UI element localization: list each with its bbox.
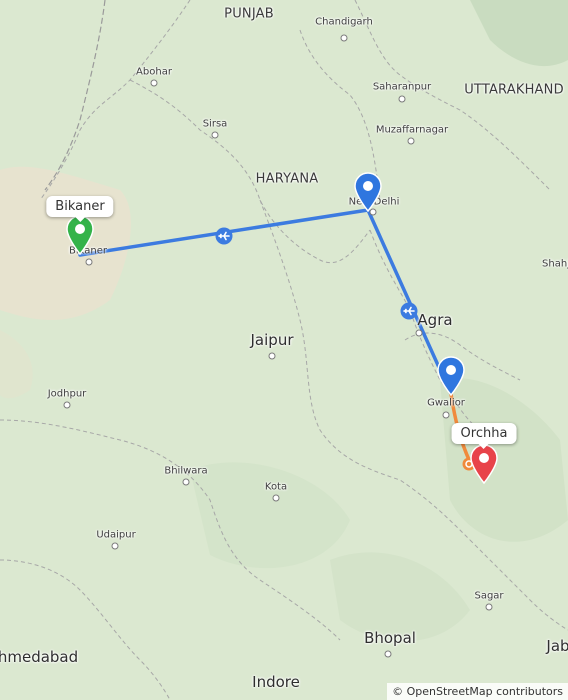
city-dot [485,603,493,611]
city-dot [211,131,219,139]
city-label-sagar: Sagar [474,590,504,602]
stop-pin-icon[interactable] [353,172,383,212]
city-label-agra: Agra [417,311,453,329]
city-label-bhilwara: Bhilwara [164,465,208,477]
city-label-indore: Indore [252,673,300,691]
city-label-sirsa: Sirsa [202,118,228,130]
plane-icon [400,302,418,320]
plane-icon [215,227,233,245]
map-attribution[interactable]: © OpenStreetMap contributors [387,683,568,700]
city-dot [150,79,158,87]
city-label-abohar: Abohar [136,66,172,78]
stop-pin-icon[interactable] [436,356,466,396]
city-label-muzaffarnagar: Muzaffarnagar [375,124,449,136]
city-label-ahmedabad: hmedabad [0,648,79,666]
city-label-udaipur: Udaipur [96,529,136,541]
state-label-haryana: HARYANA [255,171,319,187]
city-dot [398,95,406,103]
city-dot [384,650,392,658]
city-label-jaipur: Jaipur [250,331,294,349]
city-dot [272,494,280,502]
city-label-kota: Kota [264,481,288,493]
city-dot [415,329,423,337]
city-label-saharanpur: Saharanpur [372,81,432,93]
city-label-chandigarh: Chandigarh [315,16,373,28]
city-label-bhopal: Bhopal [364,629,416,647]
city-dot [85,258,93,266]
city-label-shahj: Shahj [542,258,568,270]
city-label-jodhpur: Jodhpur [47,388,87,400]
city-dot [63,401,71,409]
state-label-uttarakhand: UTTARAKHAND [464,82,564,98]
city-dot [340,34,348,42]
start-location-label: Bikaner [46,196,114,222]
end-location-label: Orchha [451,423,517,449]
state-label-punjab: PUNJAB [224,6,274,22]
city-dot [182,478,190,486]
end-pin-icon[interactable] [469,444,499,484]
city-dot [268,352,276,360]
city-dot [442,411,450,419]
city-label-jab: Jab [546,637,568,655]
city-dot [111,542,119,550]
city-label-gwalior: Gwalior [427,397,465,409]
city-dot [407,137,415,145]
